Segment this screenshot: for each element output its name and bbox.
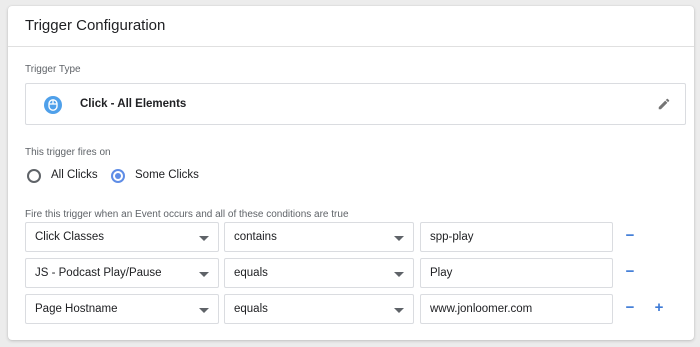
condition-row: JS - Podcast Play/Pause equals − [25,258,686,288]
radio-label: All Clicks [51,169,98,181]
variable-select[interactable]: JS - Podcast Play/Pause [25,258,219,288]
operator-select[interactable]: equals [224,258,414,288]
operator-select-value: equals [234,303,268,315]
mouse-icon [44,96,62,114]
pencil-icon[interactable] [657,97,671,116]
remove-condition-button[interactable]: − [622,299,638,317]
operator-select-value: contains [234,231,277,243]
card-title: Trigger Configuration [25,17,166,34]
operator-select[interactable]: contains [224,222,414,252]
radio-circle[interactable] [111,169,125,183]
remove-condition-button[interactable]: − [622,263,638,281]
trigger-configuration-card: Trigger Configuration Trigger Type Click… [8,6,694,340]
trigger-type-label: Trigger Type [25,64,81,75]
condition-row: Click Classes contains − [25,222,686,252]
operator-select-value: equals [234,267,268,279]
chevron-down-icon [199,272,209,277]
variable-select-value: Click Classes [35,231,105,243]
condition-row: Page Hostname equals − + [25,294,686,324]
condition-value-input[interactable] [420,222,613,252]
trigger-type-box[interactable]: Click - All Elements [25,83,686,125]
divider [8,46,694,47]
variable-select[interactable]: Click Classes [25,222,219,252]
remove-condition-button[interactable]: − [622,227,638,245]
chevron-down-icon [199,308,209,313]
chevron-down-icon [394,236,404,241]
conditions-label: Fire this trigger when an Event occurs a… [25,209,349,220]
condition-value-input[interactable] [420,258,613,288]
operator-select[interactable]: equals [224,294,414,324]
add-condition-button[interactable]: + [651,299,667,317]
trigger-type-name: Click - All Elements [80,98,187,110]
radio-circle[interactable] [27,169,41,183]
chevron-down-icon [199,236,209,241]
radio-label: Some Clicks [135,169,199,181]
variable-select-value: JS - Podcast Play/Pause [35,267,162,279]
chevron-down-icon [394,308,404,313]
chevron-down-icon [394,272,404,277]
variable-select[interactable]: Page Hostname [25,294,219,324]
fires-on-label: This trigger fires on [25,147,111,158]
variable-select-value: Page Hostname [35,303,118,315]
condition-value-input[interactable] [420,294,613,324]
